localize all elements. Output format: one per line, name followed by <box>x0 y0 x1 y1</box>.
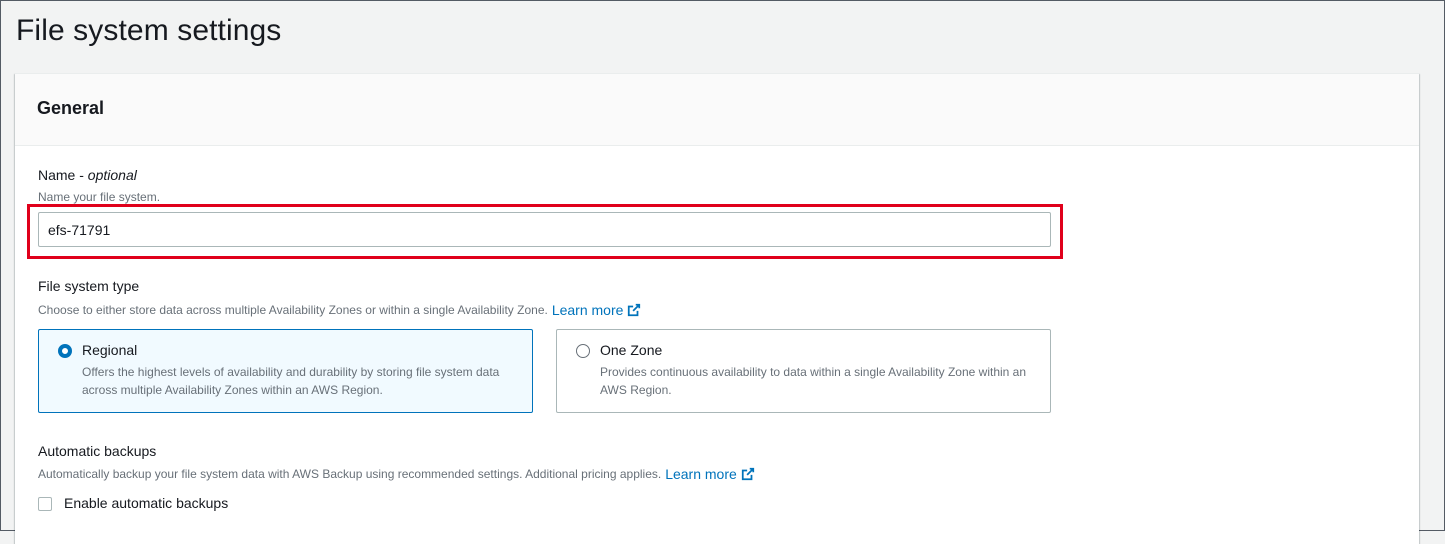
regional-title: Regional <box>82 342 138 358</box>
regional-description: Offers the highest levels of availabilit… <box>82 365 500 397</box>
automatic-backups-description-row: Automatically backup your file system da… <box>38 466 755 482</box>
automatic-backups-description: Automatically backup your file system da… <box>38 467 662 481</box>
external-link-icon <box>741 467 754 481</box>
name-input[interactable] <box>38 212 1051 247</box>
one-zone-radio[interactable] <box>576 344 590 358</box>
learn-more-label: Learn more <box>551 302 624 318</box>
container-title: General <box>37 98 105 118</box>
file-system-type-description: Choose to either store data across multi… <box>38 303 548 317</box>
name-field-description: Name your file system. <box>38 190 161 204</box>
automatic-backups-label: Automatic backups <box>38 443 157 459</box>
file-system-type-learn-more-link[interactable]: Learn more <box>552 302 642 318</box>
page-title: File system settings <box>16 14 282 47</box>
automatic-backups-learn-more-link[interactable]: Learn more <box>665 466 755 482</box>
file-system-type-label: File system type <box>38 278 140 294</box>
enable-automatic-backups-checkbox[interactable] <box>38 497 52 511</box>
file-system-type-description-row: Choose to either store data across multi… <box>38 302 641 318</box>
one-zone-title: One Zone <box>600 342 663 358</box>
enable-automatic-backups-label[interactable]: Enable automatic backups <box>64 495 228 511</box>
name-label-optional: optional <box>87 167 137 183</box>
learn-more-label: Learn more <box>665 466 737 482</box>
tile-one-zone[interactable]: One Zone Provides continuous availabilit… <box>556 329 1051 413</box>
name-label-text: Name - <box>38 167 88 183</box>
name-field-label: Name - optional <box>38 167 137 183</box>
tile-regional[interactable]: Regional Offers the highest levels of av… <box>38 329 533 413</box>
container-header: General <box>15 74 1419 146</box>
regional-radio[interactable] <box>58 344 72 358</box>
one-zone-description: Provides continuous availability to data… <box>600 365 1027 397</box>
external-link-icon <box>628 303 641 317</box>
